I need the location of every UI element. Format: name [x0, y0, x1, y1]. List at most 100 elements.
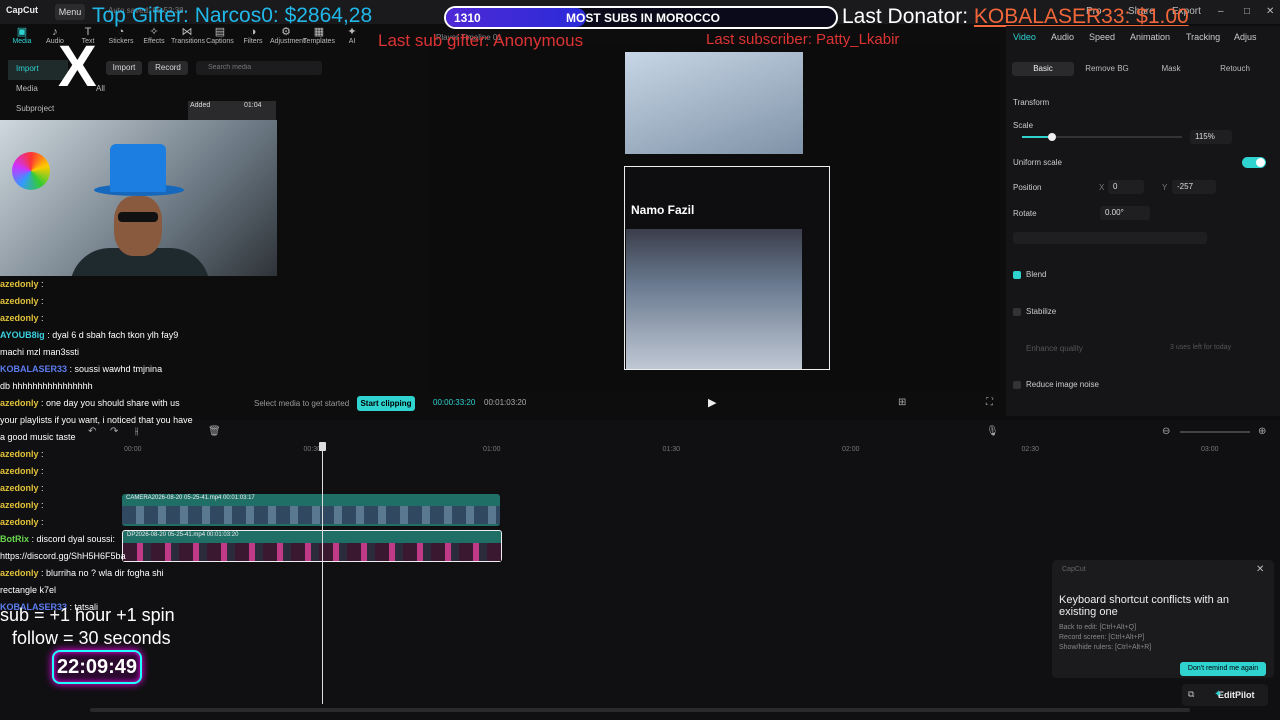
ruler-label: 03:00 — [1201, 446, 1219, 453]
subtab-retouch[interactable]: Retouch — [1204, 62, 1266, 76]
transform-heading[interactable]: Transform — [1013, 98, 1049, 107]
minimize-icon[interactable]: – — [1218, 6, 1224, 17]
close-window-icon[interactable]: ✕ — [1266, 6, 1274, 17]
chat-text: machi mzl man3ssti — [0, 347, 80, 357]
tool-tab-ai[interactable]: ✦ AI — [336, 26, 368, 50]
sub-rules-overlay: sub = +1 hour +1 spin follow = 30 second… — [0, 605, 175, 648]
chat-text: : — [41, 466, 44, 476]
tool-tab-captions[interactable]: ▤ Captions — [204, 26, 236, 50]
start-clipping-button[interactable]: Start clipping — [357, 396, 415, 411]
panel-tab-adjus[interactable]: Adjus — [1234, 32, 1257, 42]
chat-text: https://discord.gg/ShH5H6F5ba — [0, 551, 126, 561]
feedback-icon[interactable]: ⧉ — [1188, 689, 1194, 700]
mic-icon[interactable]: 🎙 — [986, 426, 999, 437]
ruler-label: 02:30 — [1021, 446, 1040, 453]
tool-tab-stickers[interactable]: ◔ Stickers — [105, 26, 137, 50]
tool-tab-effects[interactable]: ✧ Effects — [138, 26, 170, 50]
panel-tab-audio[interactable]: Audio — [1051, 32, 1074, 42]
popup-line-1: Back to edit: [Ctrl+Alt+Q] — [1059, 624, 1137, 631]
app-logo: CapCut — [6, 5, 38, 15]
playhead-handle[interactable] — [319, 442, 326, 451]
stabilize-checkbox[interactable] — [1013, 308, 1021, 316]
tool-tab-transitions[interactable]: ⋈ Transitions — [171, 26, 205, 50]
menu-button[interactable]: Menu — [55, 4, 85, 20]
media-search-input[interactable] — [196, 61, 322, 75]
rotate-input[interactable]: 0.00° — [1100, 206, 1150, 220]
timecode-total: 00:01:03:20 — [484, 398, 527, 407]
blend-label: Blend — [1026, 270, 1047, 279]
chat-text: : — [41, 500, 44, 510]
uniform-scale-toggle[interactable] — [1242, 157, 1266, 168]
chat-message: azedonly : blurriha no ? wla dir fogha s… — [0, 565, 260, 582]
reduce-noise-label: Reduce image noise — [1026, 380, 1099, 389]
chat-username: azedonly — [0, 279, 39, 289]
record-button[interactable]: Record — [148, 61, 188, 75]
tool-tab-media[interactable]: ▣ Media — [6, 26, 38, 50]
zoom-slider[interactable] — [1180, 431, 1250, 433]
panel-tab-animation[interactable]: Animation — [1130, 32, 1170, 42]
chat-message: AYOUB8ig : dyal 6 d sbah fach tkon ylh f… — [0, 327, 260, 344]
subtab-remove-bg[interactable]: Remove BG — [1076, 62, 1138, 76]
last-donator-value: KOBALASER33: $1.00 — [973, 5, 1189, 28]
import-button[interactable]: Import — [106, 61, 142, 75]
fullscreen-icon[interactable]: ⛶ — [986, 397, 993, 408]
scale-slider[interactable] — [1022, 133, 1182, 141]
zoom-out-icon[interactable]: ⊖ — [1162, 426, 1170, 437]
scale-label: Scale — [1013, 121, 1034, 130]
chat-username: azedonly — [0, 313, 39, 323]
panel-tab-tracking[interactable]: Tracking — [1186, 32, 1220, 42]
subathon-timer: 22:09:49 — [52, 650, 142, 684]
video-preview[interactable]: Namo Fazil — [624, 166, 830, 370]
position-y-input[interactable]: -257 — [1172, 180, 1216, 194]
subtab-basic[interactable]: Basic — [1012, 62, 1074, 76]
editpilot-icon: ✦ — [1214, 689, 1223, 700]
filter-all[interactable]: All — [96, 84, 105, 93]
sub-count: 1310 — [454, 11, 481, 25]
tool-tab-templates[interactable]: ▦ Templates — [303, 26, 335, 50]
maximize-icon[interactable]: □ — [1244, 6, 1250, 17]
scale-value[interactable]: 115% — [1190, 130, 1232, 144]
chat-username: azedonly — [0, 398, 39, 408]
chat-username: azedonly — [0, 500, 39, 510]
reduce-noise-checkbox[interactable] — [1013, 381, 1021, 389]
tool-tab-label: Templates — [303, 38, 335, 45]
chat-text: : one day you should share with us — [41, 398, 180, 408]
panel-tab-video[interactable]: Video — [1013, 32, 1036, 42]
chat-message: rectangle k7el — [0, 582, 260, 599]
zoom-in-icon[interactable]: ⊕ — [1258, 426, 1266, 437]
subtab-mask[interactable]: Mask — [1140, 62, 1202, 76]
blend-checkbox[interactable] — [1013, 271, 1021, 279]
play-icon[interactable]: ▶ — [708, 396, 716, 409]
last-sub-gifter-overlay: Last sub gifter: Anonymous — [378, 31, 584, 50]
chat-username: BotRix — [0, 534, 29, 544]
chat-text: : dyal 6 d sbah fach tkon ylh fay9 — [47, 330, 179, 340]
chat-username: azedonly — [0, 483, 39, 493]
properties-panel — [1006, 26, 1280, 416]
uniform-scale-label: Uniform scale — [1013, 158, 1062, 167]
nav-subproject[interactable]: Subproject — [8, 100, 68, 120]
align-toolbar[interactable] — [1013, 232, 1207, 244]
dont-remind-button[interactable]: Don't remind me again — [1180, 662, 1266, 676]
ruler-label: 01:00 — [483, 446, 501, 453]
chat-text: rectangle k7el — [0, 585, 57, 595]
popup-title: Keyboard shortcut conflicts with an exis… — [1059, 594, 1229, 618]
uses-left: 3 uses left for today — [1170, 344, 1232, 351]
chat-text: : — [41, 279, 44, 289]
media-duration: 01:04 — [244, 102, 262, 109]
chat-text: your playlists if you want, i noticed th… — [0, 415, 193, 425]
fight-footage — [626, 229, 802, 369]
close-icon[interactable]: ✕ — [1256, 564, 1264, 575]
chat-text: a good music taste — [0, 432, 76, 442]
chat-text: : blurriha no ? wla dir fogha shi — [41, 568, 164, 578]
position-x-input[interactable]: 0 — [1108, 180, 1144, 194]
camera-preview — [625, 52, 803, 154]
tool-tab-filters[interactable]: ◑ Filters — [237, 26, 269, 50]
chat-username: azedonly — [0, 568, 39, 578]
timeline-scrollbar[interactable] — [90, 708, 1190, 712]
ratio-icon[interactable]: ⊞ — [898, 397, 906, 408]
tool-tab-adjustment[interactable]: ⚙ Adjustment — [270, 26, 305, 50]
playhead[interactable] — [322, 442, 323, 704]
editpilot-button[interactable]: EditPilot — [1182, 684, 1268, 706]
chat-message: db hhhhhhhhhhhhhhhh — [0, 378, 260, 395]
panel-tab-speed[interactable]: Speed — [1089, 32, 1115, 42]
